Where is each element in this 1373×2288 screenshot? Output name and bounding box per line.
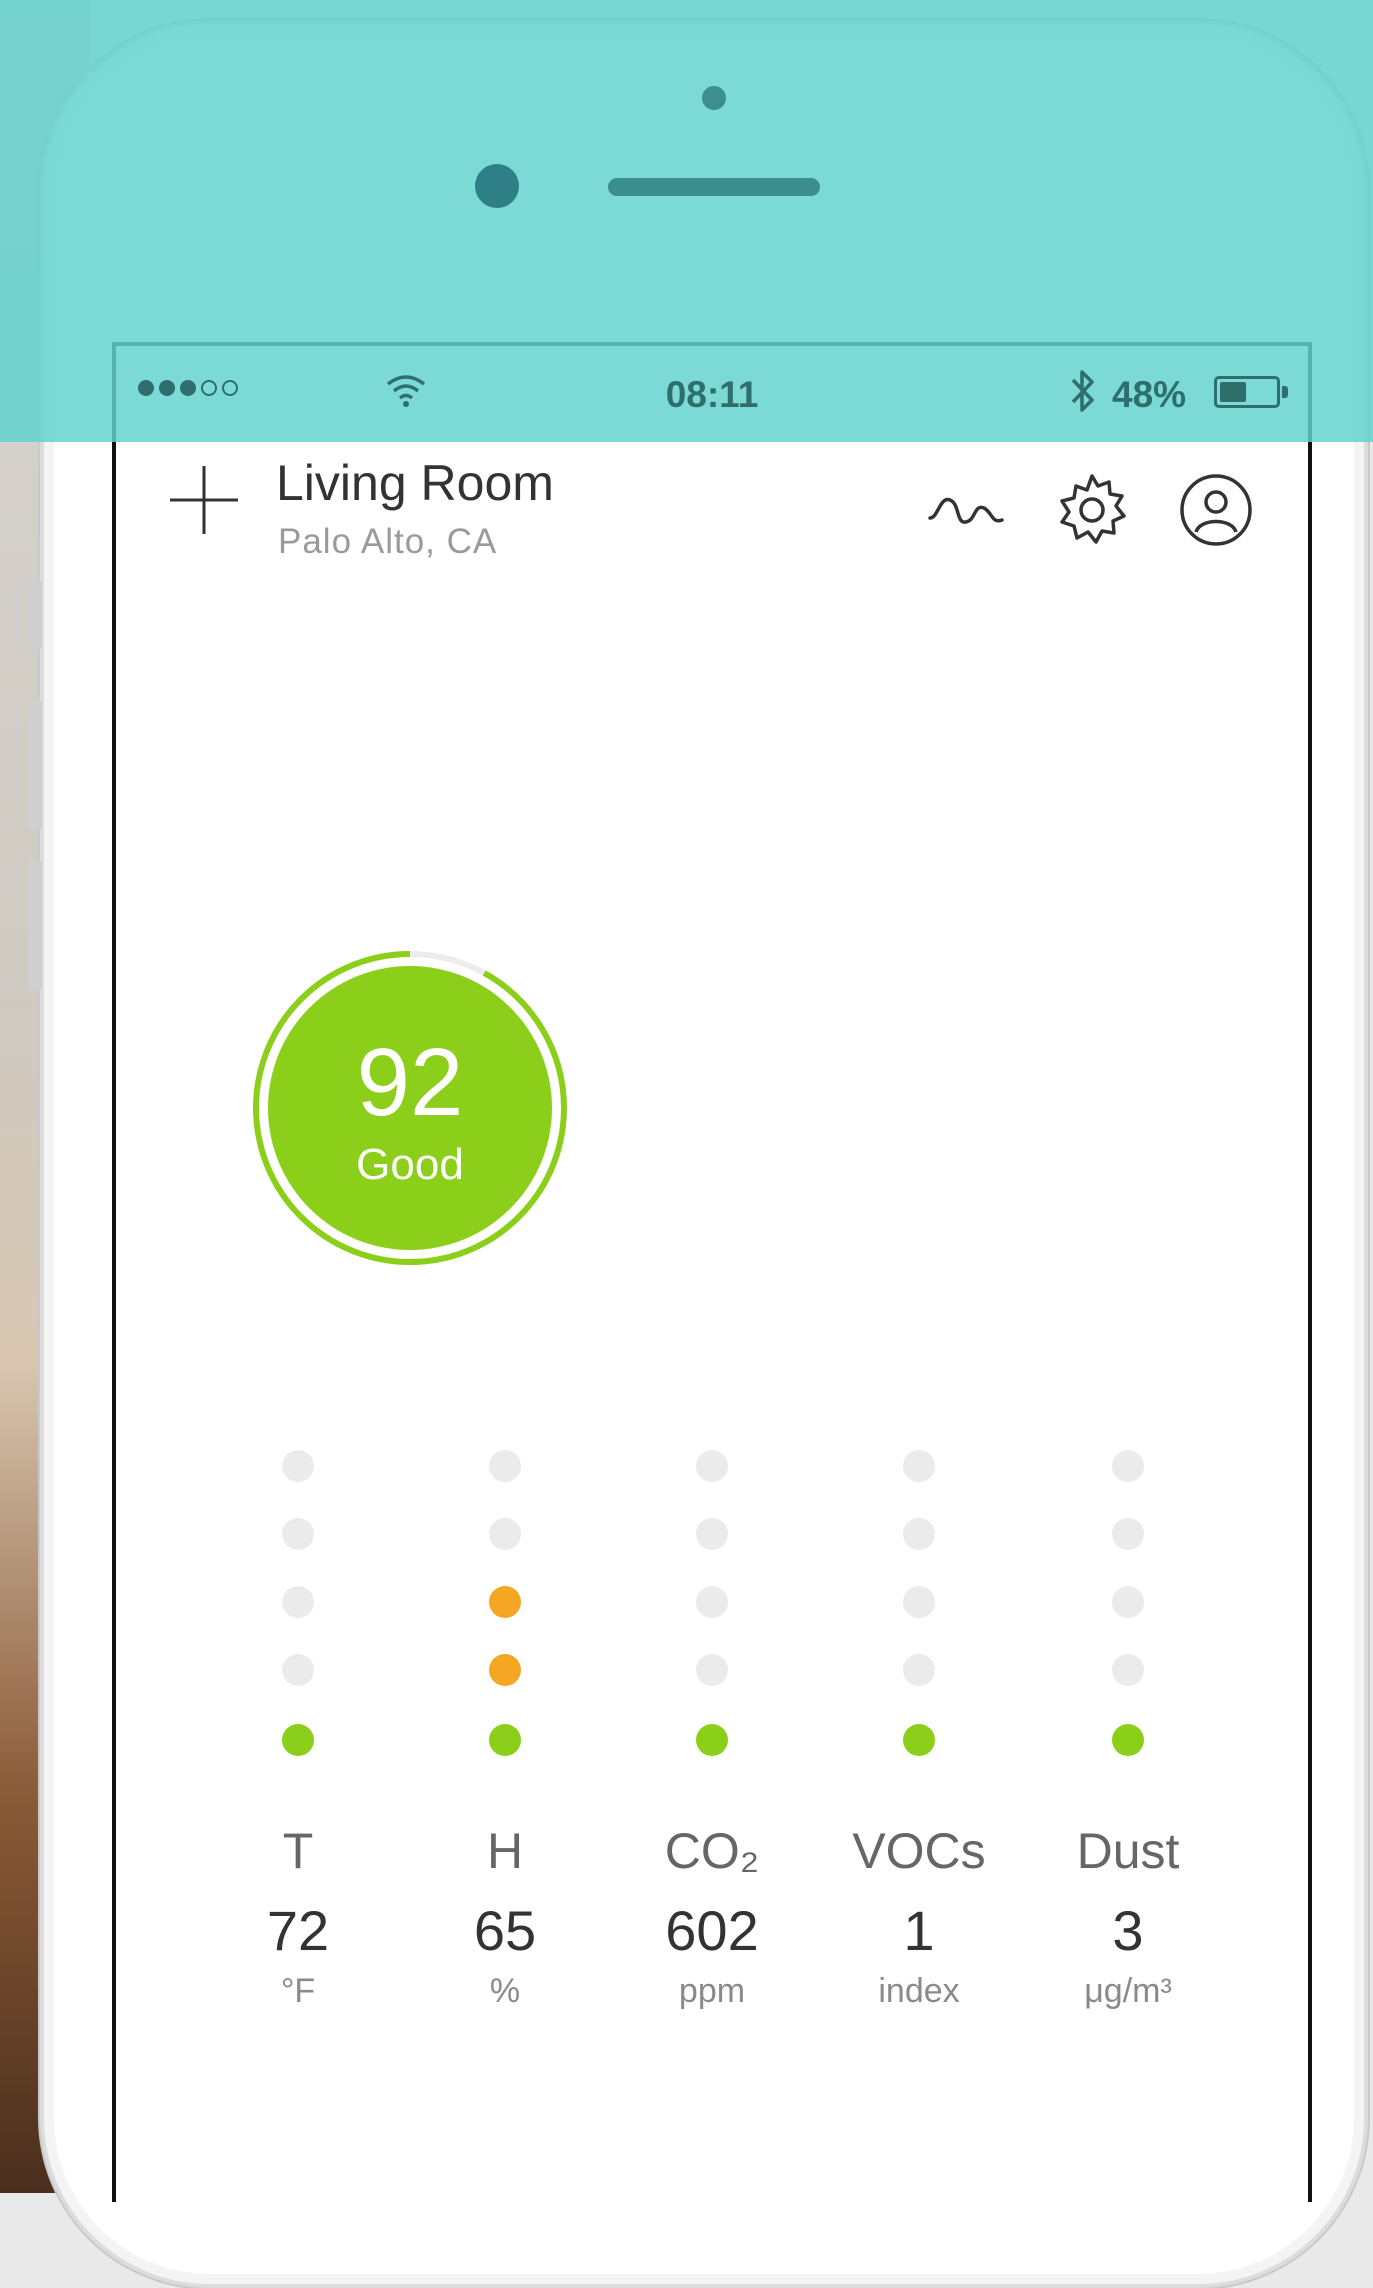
metric-vocs[interactable]: VOCs 1 index xyxy=(829,1440,1009,2010)
level-dot-inactive xyxy=(1112,1586,1144,1618)
metric-dust[interactable]: Dust 3 μg/m³ xyxy=(1038,1440,1218,2010)
metric-name: T xyxy=(282,1823,314,1879)
metric-name: H xyxy=(486,1823,524,1879)
add-icon[interactable] xyxy=(168,464,240,536)
level-dot-inactive xyxy=(1112,1518,1144,1550)
metric-name: CO₂ xyxy=(664,1823,760,1879)
metric-level-dots xyxy=(829,1440,1009,1770)
battery-percent: 48% xyxy=(1112,374,1187,415)
metric-unit: index xyxy=(878,1972,960,2010)
metric-name: VOCs xyxy=(852,1823,986,1879)
level-dot-inactive xyxy=(903,1654,935,1686)
volume-down-button xyxy=(28,860,42,990)
proximity-sensor xyxy=(702,86,726,110)
metric-level-dots xyxy=(415,1440,595,1770)
level-dot-inactive xyxy=(282,1518,314,1550)
metric-level-dots xyxy=(1038,1440,1218,1770)
level-dot-inactive xyxy=(489,1518,521,1550)
level-dot-inactive xyxy=(696,1586,728,1618)
app-header: Living Room Palo Alto, CA xyxy=(116,442,1308,592)
level-dot-good xyxy=(489,1724,521,1756)
battery-icon xyxy=(1214,376,1280,408)
level-dot-inactive xyxy=(903,1450,935,1482)
level-dot-good xyxy=(903,1724,935,1756)
metric-unit: ppm xyxy=(678,1972,746,2010)
metric-value: 3 xyxy=(1112,1899,1144,1962)
metric-level-dots xyxy=(208,1440,388,1770)
air-score-label: Good xyxy=(356,1140,464,1189)
level-dot-inactive xyxy=(489,1450,521,1482)
metric-value: 65 xyxy=(473,1899,537,1962)
battery-tip xyxy=(1282,386,1288,398)
metric-name: Dust xyxy=(1076,1823,1180,1879)
level-dot-inactive xyxy=(282,1450,314,1482)
bluetooth-icon xyxy=(1071,370,1094,412)
level-dot-warning xyxy=(489,1654,521,1686)
level-dot-inactive xyxy=(1112,1450,1144,1482)
metric-value: 1 xyxy=(903,1899,935,1962)
metric-unit: μg/m³ xyxy=(1084,1972,1172,2010)
level-dot-good xyxy=(696,1724,728,1756)
metric-value: 602 xyxy=(665,1899,759,1962)
metric-h[interactable]: H 65% xyxy=(415,1440,595,2010)
mute-switch xyxy=(28,580,42,650)
front-camera xyxy=(475,164,519,208)
level-dot-warning xyxy=(489,1586,521,1618)
volume-up-button xyxy=(28,700,42,830)
metric-level-dots xyxy=(622,1440,802,1770)
profile-icon[interactable] xyxy=(1176,470,1256,550)
metric-co2[interactable]: CO₂ 602 ppm xyxy=(622,1440,802,2010)
earpiece-speaker xyxy=(608,178,820,196)
level-dot-good xyxy=(282,1724,314,1756)
level-dot-inactive xyxy=(903,1518,935,1550)
air-score-value: 92 xyxy=(356,1029,464,1136)
level-dot-inactive xyxy=(696,1654,728,1686)
level-dot-inactive xyxy=(696,1518,728,1550)
room-location: Palo Alto, CA xyxy=(278,522,498,561)
gear-icon[interactable] xyxy=(1052,470,1132,550)
level-dot-good xyxy=(1112,1724,1144,1756)
metric-unit: % xyxy=(489,1972,521,2010)
room-title[interactable]: Living Room xyxy=(276,454,554,512)
level-dot-inactive xyxy=(696,1450,728,1482)
level-dot-inactive xyxy=(282,1586,314,1618)
level-dot-inactive xyxy=(1112,1654,1144,1686)
level-dot-inactive xyxy=(903,1586,935,1618)
status-bar: 08:11 48% xyxy=(116,346,1308,442)
metric-unit: °F xyxy=(280,1972,316,2010)
trend-icon[interactable] xyxy=(926,470,1006,550)
metric-t[interactable]: T 72 °F xyxy=(208,1440,388,2010)
level-dot-inactive xyxy=(282,1654,314,1686)
metric-value: 72 xyxy=(266,1899,330,1962)
